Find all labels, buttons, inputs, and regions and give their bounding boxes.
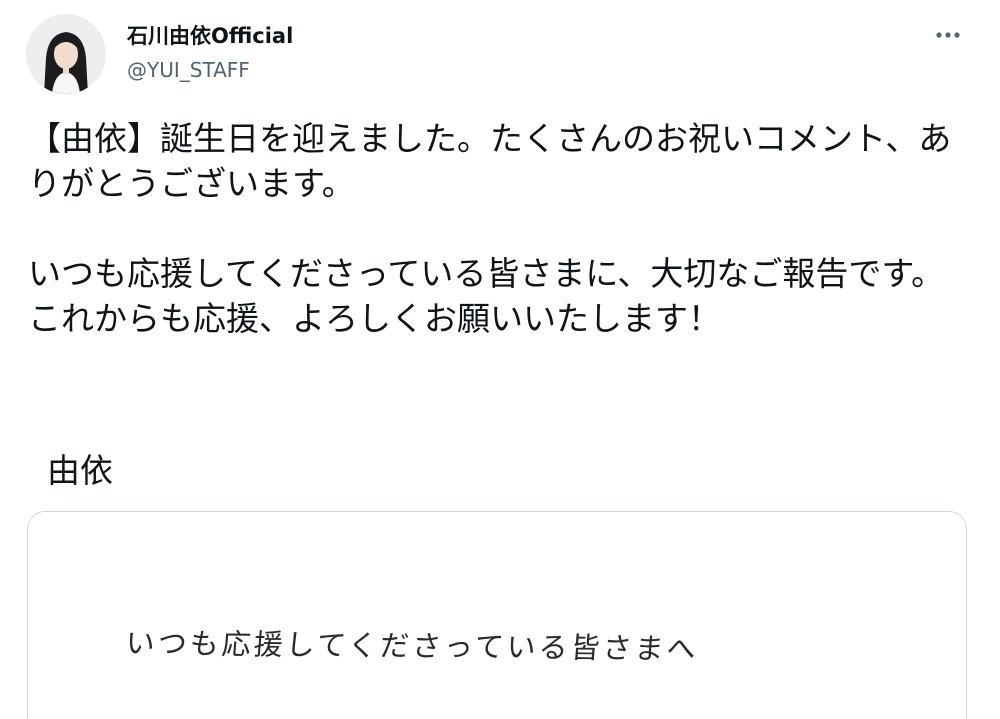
profile-photo-icon — [26, 14, 106, 94]
tweet-text: 【由依】誕生日を迎えました。たくさんのお祝いコメント、ありがとうございます。 い… — [28, 116, 968, 341]
tweet-paragraph-1: 【由依】誕生日を迎えました。たくさんのお祝いコメント、ありがとうございます。 — [28, 119, 952, 203]
display-name[interactable]: 石川由依Official — [127, 22, 293, 50]
user-names: 石川由依Official @YUI_STAFF — [127, 22, 293, 84]
media-image[interactable]: いつも応援してくださっている皆さまへ — [27, 511, 967, 719]
tweet: 石川由依Official @YUI_STAFF 【由依】誕生日を迎えました。たく… — [0, 0, 1000, 719]
more-options-button[interactable] — [930, 20, 966, 50]
more-dots-icon — [936, 32, 960, 38]
user-handle[interactable]: @YUI_STAFF — [127, 56, 293, 84]
tweet-paragraph-2: いつも応援してくださっている皆さまに、大切なご報告です。これからも応援、よろしく… — [28, 254, 945, 338]
letter-first-line: いつも応援してくださっている皆さまへ — [124, 626, 700, 666]
tweet-header: 石川由依Official @YUI_STAFF — [26, 12, 974, 94]
avatar[interactable] — [26, 14, 106, 94]
tweet-signature: 由依 — [47, 451, 113, 490]
